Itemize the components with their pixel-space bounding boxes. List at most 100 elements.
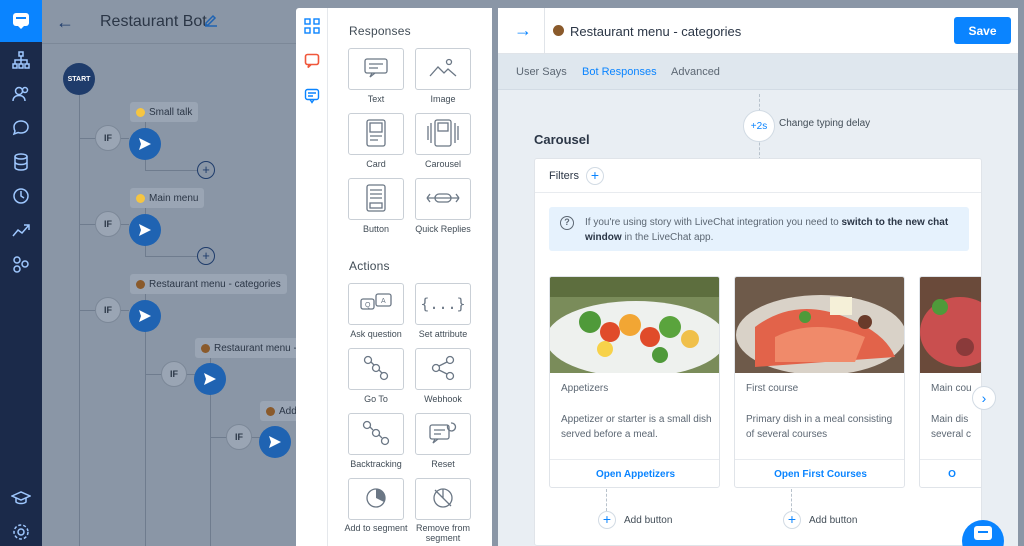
reset-tile-label: Reset	[431, 459, 455, 469]
remove-segment-tile[interactable]	[415, 478, 471, 520]
node-label-restaurant-menu-2[interactable]: Restaurant menu -	[195, 338, 303, 358]
chats-icon[interactable]	[11, 118, 31, 138]
add-segment-icon	[365, 487, 387, 512]
info-text: If you're using story with LiveChat inte…	[585, 217, 949, 243]
tab-user-says[interactable]: User Says	[516, 66, 567, 78]
tab-bot-responses[interactable]: Bot Responses	[582, 66, 657, 78]
users-icon[interactable]	[11, 84, 31, 104]
carousel-card[interactable]: Main cou Main dis several c O	[919, 276, 982, 488]
add-filter-button[interactable]: +	[586, 167, 604, 185]
card-description[interactable]: Primary dish in a meal consisting of sev…	[746, 412, 898, 442]
emoji-icon	[136, 279, 145, 289]
card-title[interactable]: First course	[746, 383, 798, 394]
reports-icon[interactable]	[11, 220, 31, 240]
edit-pencil-icon[interactable]	[204, 13, 218, 30]
backtracking-tile[interactable]	[348, 413, 404, 455]
filters-label: Filters	[549, 170, 579, 182]
node-label-restaurant-menu[interactable]: Restaurant menu - categories	[130, 274, 287, 294]
text-icon	[364, 57, 388, 81]
chat-bubble-icon[interactable]	[304, 53, 320, 69]
response-editor: → Restaurant menu - categories Save User…	[498, 8, 1018, 546]
livechat-info-banner: ? If you're using story with LiveChat in…	[549, 207, 969, 251]
add-button-button[interactable]: + Add button	[598, 511, 672, 529]
text-tile[interactable]	[348, 48, 404, 90]
send-node[interactable]	[194, 363, 226, 395]
carousel-tile[interactable]	[415, 113, 471, 155]
send-node[interactable]	[129, 128, 161, 160]
carousel-next-button[interactable]: ›	[972, 386, 996, 410]
collapse-arrow-icon[interactable]: →	[514, 20, 532, 41]
carousel-tile-label: Carousel	[424, 159, 462, 169]
send-node[interactable]	[259, 426, 291, 458]
send-node[interactable]	[129, 214, 161, 246]
webhook-icon	[430, 355, 456, 384]
actions-title: Actions	[349, 259, 390, 273]
history-icon[interactable]	[11, 186, 31, 206]
appetizers-image[interactable]	[550, 277, 720, 377]
card-description[interactable]: Appetizer or starter is a small dish ser…	[561, 412, 713, 442]
editor-header: → Restaurant menu - categories Save	[498, 8, 1018, 54]
grid-icon[interactable]	[304, 18, 320, 34]
set-attribute-tile[interactable]: {...}	[415, 283, 471, 325]
start-node[interactable]: START	[63, 63, 95, 95]
emoji-icon	[136, 107, 145, 117]
component-picker: Responses Text Image Card Carousel Butto…	[296, 8, 492, 546]
if-node[interactable]: IF	[95, 297, 121, 323]
carousel-card[interactable]: First course Primary dish in a meal cons…	[734, 276, 905, 488]
save-button[interactable]: Save	[954, 17, 1011, 44]
if-node[interactable]: IF	[161, 361, 187, 387]
plus-icon: +	[598, 511, 616, 529]
card-tile[interactable]	[348, 113, 404, 155]
integrations-icon[interactable]	[11, 254, 31, 274]
if-node[interactable]: IF	[226, 424, 252, 450]
chat-widget-button[interactable]	[962, 520, 1004, 546]
left-nav-rail	[0, 0, 42, 546]
send-node[interactable]	[129, 300, 161, 332]
add-segment-tile[interactable]	[348, 478, 404, 520]
remove-segment-tile-label: Remove from segment	[415, 523, 470, 543]
card-title[interactable]: Appetizers	[561, 383, 608, 394]
if-node[interactable]: IF	[95, 125, 121, 151]
database-icon[interactable]	[11, 152, 31, 172]
webhook-tile[interactable]	[415, 348, 471, 390]
card-icon	[366, 118, 386, 150]
if-node[interactable]: IF	[95, 211, 121, 237]
card-description[interactable]: Main dis several c	[931, 412, 981, 442]
stories-icon[interactable]	[11, 50, 31, 70]
typing-delay-button[interactable]: +2s	[743, 110, 775, 142]
svg-text:A: A	[381, 298, 386, 305]
goto-tile[interactable]	[348, 348, 404, 390]
add-node-button[interactable]: +	[197, 161, 215, 179]
interaction-title[interactable]: Restaurant menu - categories	[570, 24, 741, 39]
add-button-button[interactable]: + Add button	[783, 511, 857, 529]
card-title[interactable]: Main cou	[931, 383, 972, 394]
quick-replies-tile[interactable]	[415, 178, 471, 220]
main-course-image[interactable]	[920, 277, 982, 373]
chatbot-logo-icon[interactable]	[0, 0, 42, 42]
academy-icon[interactable]	[10, 488, 32, 508]
open-first-courses-button[interactable]: Open First Courses	[735, 459, 904, 487]
quick-message-icon[interactable]	[304, 88, 320, 104]
responses-title: Responses	[349, 24, 411, 38]
carousel-card[interactable]: Appetizers Appetizer or starter is a sma…	[549, 276, 720, 488]
image-tile[interactable]	[415, 48, 471, 90]
open-main-course-button[interactable]: O	[920, 459, 981, 487]
tab-advanced[interactable]: Advanced	[671, 66, 720, 78]
node-label-main-menu[interactable]: Main menu	[130, 188, 205, 208]
reset-tile[interactable]	[415, 413, 471, 455]
emoji-icon	[201, 343, 210, 353]
node-label-small-talk[interactable]: Small talk	[130, 102, 199, 122]
svg-text:Q: Q	[365, 302, 371, 309]
back-arrow-icon[interactable]: ←	[56, 12, 74, 33]
button-tile[interactable]	[348, 178, 404, 220]
typing-delay-label[interactable]: Change typing delay	[779, 118, 870, 129]
editor-tabs: User Says Bot Responses Advanced	[498, 54, 1018, 90]
ask-question-tile[interactable]: QA	[348, 283, 404, 325]
first-course-image[interactable]	[735, 277, 905, 375]
settings-icon[interactable]	[11, 522, 31, 542]
open-appetizers-button[interactable]: Open Appetizers	[550, 459, 719, 487]
bot-title: Restaurant Bot	[100, 13, 207, 30]
remove-segment-icon	[432, 487, 454, 512]
image-icon	[429, 58, 457, 81]
add-node-button[interactable]: +	[197, 247, 215, 265]
